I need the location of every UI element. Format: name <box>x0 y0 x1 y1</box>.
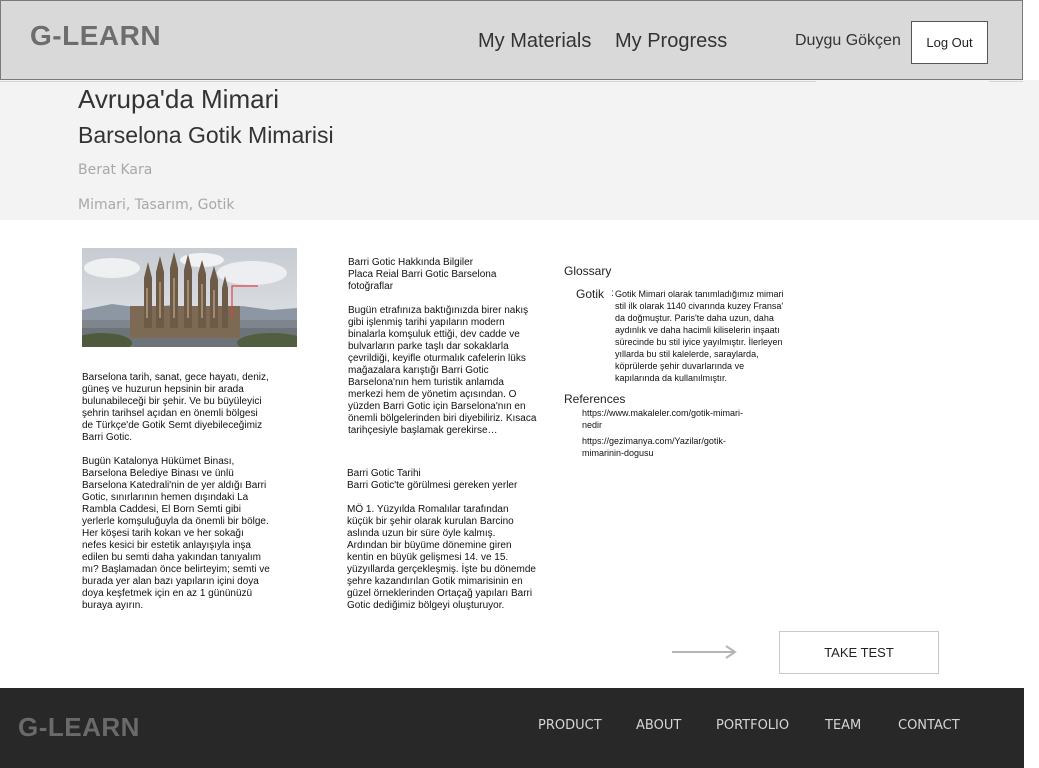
footer-link-product[interactable]: PRODUCT <box>538 718 602 733</box>
page-footer <box>0 688 1024 768</box>
lesson-tags: Mimari, Tasarım, Gotik <box>78 197 235 213</box>
lesson-author: Berat Kara <box>78 162 153 178</box>
take-test-button[interactable]: TAKE TEST <box>779 631 939 674</box>
section-heading-about: Barri Gotic Hakkında Bilgiler Placa Reia… <box>348 257 497 292</box>
section-heading-history: Barri Gotic Tarihi Barri Gotic'te görülm… <box>347 468 518 491</box>
references-title: References <box>564 392 626 406</box>
footer-link-about[interactable]: ABOUT <box>636 718 681 733</box>
brand-logo[interactable]: G-LEARN <box>30 20 161 52</box>
history-paragraph: MÖ 1. Yüzyılda Romalılar tarafından küçü… <box>347 504 536 611</box>
glossary-separator: : <box>611 288 614 299</box>
lesson-title: Barselona Gotik Mimarisi <box>78 122 334 148</box>
arrow-right-icon <box>671 644 737 660</box>
user-name: Duygu Gökçen <box>795 32 901 49</box>
glossary-title: Glossary <box>564 264 612 278</box>
footer-link-team[interactable]: TEAM <box>825 718 861 733</box>
overview-paragraph: Bugün Katalonya Hükümet Binası, Barselon… <box>82 456 270 611</box>
footer-logo[interactable]: G-LEARN <box>18 712 140 743</box>
logout-button[interactable]: Log Out <box>911 21 988 64</box>
banner-divider <box>989 81 1023 82</box>
cathedral-photo <box>82 248 297 347</box>
reference-link[interactable]: https://gezimanya.com/Yazilar/gotik- mim… <box>582 435 772 459</box>
intro-paragraph: Barselona tarih, sanat, gece hayatı, den… <box>82 372 269 443</box>
nav-my-materials[interactable]: My Materials <box>478 30 591 53</box>
glossary-definition: Gotik Mimari olarak tanımladığımız mimar… <box>615 289 784 383</box>
nav-my-progress[interactable]: My Progress <box>615 30 727 53</box>
banner-divider <box>0 81 816 82</box>
course-title: Avrupa'da Mimari <box>78 84 280 114</box>
glossary-term: Gotik <box>576 287 605 301</box>
footer-link-portfolio[interactable]: PORTFOLIO <box>716 718 789 733</box>
reference-link[interactable]: https://www.makaleler.com/gotik-mimari- … <box>582 407 772 431</box>
about-paragraph: Bugün etrafınıza baktığınızda birer nakı… <box>348 305 537 436</box>
footer-link-contact[interactable]: CONTACT <box>898 718 960 733</box>
